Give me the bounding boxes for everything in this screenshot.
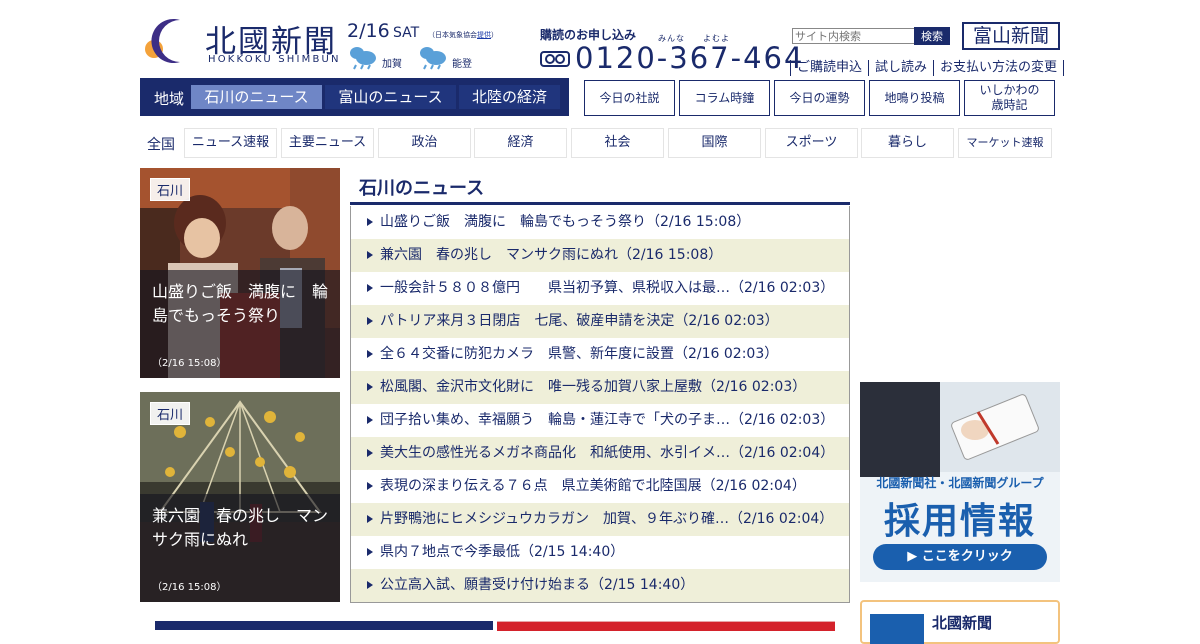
news-section-title: 石川のニュース bbox=[359, 178, 485, 199]
payment-change-link[interactable]: お支払い方法の変更 bbox=[940, 60, 1057, 75]
category-main[interactable]: 主要ニュース bbox=[281, 128, 374, 158]
triangle-right-icon bbox=[367, 416, 373, 424]
logo-subtitle: HOKKOKU SHIMBUN bbox=[208, 54, 341, 65]
list-item[interactable]: 松風閣、金沢市文化財に 唯一残る加賀八家上屋敷（2/16 02:03） bbox=[351, 371, 849, 404]
reader-post-button[interactable]: 地鳴り投稿 bbox=[869, 80, 960, 116]
category-international[interactable]: 国際 bbox=[668, 128, 761, 158]
triangle-right-icon bbox=[367, 251, 373, 259]
ad-button-label: ここをクリック bbox=[921, 549, 1013, 564]
trial-read-link[interactable]: 試し読み bbox=[875, 60, 927, 75]
horoscope-button[interactable]: 今日の運勢 bbox=[774, 80, 865, 116]
category-sports[interactable]: スポーツ bbox=[765, 128, 858, 158]
category-economy[interactable]: 経済 bbox=[474, 128, 567, 158]
news-headline[interactable]: 片野鴨池にヒメシジュウカラガン 加賀、９年ぶり確…（2/16 02:04） bbox=[380, 503, 833, 536]
list-item[interactable]: パトリア来月３日閉店 七尾、破産申請を決定（2/16 02:03） bbox=[351, 305, 849, 338]
news-headline[interactable]: 兼六園 春の兆し マンサク雨にぬれ（2/16 15:08） bbox=[380, 239, 722, 272]
news-headline[interactable]: 公立高入試、願書受け付け始まる（2/15 14:40） bbox=[380, 569, 694, 602]
news-headline[interactable]: 県内７地点で今季最低（2/15 14:40） bbox=[380, 536, 624, 569]
toyama-shimbun-link[interactable]: 富山新聞 bbox=[962, 22, 1060, 50]
tab-hokuriku-economy[interactable]: 北陸の経済 bbox=[459, 85, 560, 109]
photo-card-time: （2/16 15:08） bbox=[152, 582, 227, 593]
news-headline[interactable]: パトリア来月３日閉店 七尾、破産申請を決定（2/16 02:03） bbox=[380, 305, 779, 338]
weather-credit-prefix: （日本気象協会 bbox=[428, 31, 477, 39]
column-jisho-button[interactable]: コラム時鐘 bbox=[679, 80, 770, 116]
list-item[interactable]: 県内７地点で今季最低（2/15 14:40） bbox=[351, 536, 849, 569]
triangle-right-icon bbox=[367, 350, 373, 358]
weather-credit: （日本気象協会提供） bbox=[428, 30, 498, 40]
region-tag: 石川 bbox=[150, 178, 191, 201]
photo-card[interactable]: 石川 山盛りご飯 満腹に 輪島でもっそう祭り （2/16 15:08） bbox=[140, 168, 340, 378]
news-headline[interactable]: 山盛りご飯 満腹に 輪島でもっそう祭り（2/16 15:08） bbox=[380, 206, 750, 239]
weather-region-kaga[interactable]: 加賀 bbox=[382, 55, 402, 70]
weather-region-noto[interactable]: 能登 bbox=[452, 55, 472, 70]
bottom-banner-left[interactable] bbox=[155, 621, 493, 630]
list-item[interactable]: 片野鴨池にヒメシジュウカラガン 加賀、９年ぶり確…（2/16 02:04） bbox=[351, 503, 849, 536]
news-headline[interactable]: 表現の深まり伝える７６点 県立美術館で北陸国展（2/16 02:04） bbox=[380, 470, 806, 503]
tab-toyama-news[interactable]: 富山のニュース bbox=[325, 85, 456, 109]
category-politics[interactable]: 政治 bbox=[378, 128, 471, 158]
top-links: ご購読申込 試し読み お支払い方法の変更 bbox=[784, 56, 1070, 76]
banner-thumbnail bbox=[870, 614, 924, 644]
photo-card-title[interactable]: 兼六園 春の兆し マンサク雨にぬれ bbox=[152, 504, 334, 552]
news-headline[interactable]: 全６４交番に防犯カメラ 県警、新年度に設置（2/16 02:03） bbox=[380, 338, 778, 371]
subscribe-link[interactable]: ご購読申込 bbox=[797, 60, 862, 75]
search-button[interactable]: 検索 bbox=[914, 27, 950, 45]
logo-mark-icon[interactable] bbox=[140, 16, 204, 66]
triangle-right-icon bbox=[367, 383, 373, 391]
weather-credit-suffix: ） bbox=[491, 31, 498, 39]
freedial-icon bbox=[540, 51, 570, 67]
subscribe-phone[interactable]: 0120-367-464 bbox=[575, 41, 804, 75]
triangle-right-icon bbox=[367, 218, 373, 226]
photo-card[interactable]: 石川 兼六園 春の兆し マンサク雨にぬれ （2/16 15:08） bbox=[140, 392, 340, 602]
triangle-right-icon bbox=[367, 482, 373, 490]
ad-headline: 採用情報 bbox=[883, 501, 1036, 542]
photo-card-title[interactable]: 山盛りご飯 満腹に 輪島でもっそう祭り bbox=[152, 280, 334, 328]
news-headline[interactable]: 松風閣、金沢市文化財に 唯一残る加賀八家上屋敷（2/16 02:03） bbox=[380, 371, 806, 404]
cloud-rain-icon bbox=[420, 47, 446, 70]
category-society[interactable]: 社会 bbox=[571, 128, 664, 158]
weather-credit-link[interactable]: 提供 bbox=[477, 31, 491, 39]
category-national-label[interactable]: 全国 bbox=[147, 134, 175, 154]
list-item[interactable]: 公立高入試、願書受け付け始まる（2/15 14:40） bbox=[351, 569, 849, 602]
region-tag: 石川 bbox=[150, 402, 191, 425]
cloud-rain-icon bbox=[350, 47, 376, 70]
list-item[interactable]: 一般会計５８０８億円 県当初予算、県税収入は最…（2/16 02:03） bbox=[351, 272, 849, 305]
photo-card-time: （2/16 15:08） bbox=[152, 358, 227, 369]
editorial-button[interactable]: 今日の社説 bbox=[584, 80, 675, 116]
day-of-week: SAT bbox=[393, 25, 420, 41]
triangle-right-icon bbox=[367, 317, 373, 325]
triangle-right-icon bbox=[367, 449, 373, 457]
list-item[interactable]: 美大生の感性光るメガネ商品化 和紙使用、水引イメ…（2/16 02:04） bbox=[351, 437, 849, 470]
triangle-right-icon bbox=[367, 515, 373, 523]
news-headline[interactable]: 美大生の感性光るメガネ商品化 和紙使用、水引イメ…（2/16 02:04） bbox=[380, 437, 834, 470]
search-input[interactable] bbox=[792, 28, 916, 44]
news-title-rule bbox=[350, 202, 850, 205]
triangle-right-icon bbox=[367, 548, 373, 556]
region-nav: 地域 石川のニュース 富山のニュース 北陸の経済 bbox=[140, 78, 569, 116]
recruitment-ad[interactable]: 北國新聞社・北國新聞グループ 採用情報 ▶ ここをクリック bbox=[860, 382, 1060, 582]
list-item[interactable]: 兼六園 春の兆し マンサク雨にぬれ（2/16 15:08） bbox=[351, 239, 849, 272]
news-headline[interactable]: 一般会計５８０８億円 県当初予算、県税収入は最…（2/16 02:03） bbox=[380, 272, 834, 305]
news-list: 山盛りご飯 満腹に 輪島でもっそう祭り（2/16 15:08） 兼六園 春の兆し… bbox=[350, 206, 850, 603]
current-date: 2/16 bbox=[347, 20, 390, 42]
region-label: 地域 bbox=[154, 90, 185, 108]
triangle-right-icon bbox=[367, 581, 373, 589]
category-market[interactable]: マーケット速報 bbox=[958, 128, 1052, 158]
news-headline[interactable]: 団子拾い集め、幸福願う 輪島・蓮江寺で「犬の子ま…（2/16 02:03） bbox=[380, 404, 834, 437]
ishikawa-almanac-button[interactable]: いしかわの 歳時記 bbox=[964, 80, 1055, 116]
ad-click-button[interactable]: ▶ ここをクリック bbox=[873, 544, 1047, 570]
list-item[interactable]: 山盛りご飯 満腹に 輪島でもっそう祭り（2/16 15:08） bbox=[351, 206, 849, 239]
ad-company: 北國新聞社・北國新聞グループ bbox=[876, 476, 1044, 490]
list-item[interactable]: 団子拾い集め、幸福願う 輪島・蓮江寺で「犬の子ま…（2/16 02:03） bbox=[351, 404, 849, 437]
list-item[interactable]: 全６４交番に防犯カメラ 県警、新年度に設置（2/16 02:03） bbox=[351, 338, 849, 371]
triangle-right-icon bbox=[367, 284, 373, 292]
list-item[interactable]: 表現の深まり伝える７６点 県立美術館で北陸国展（2/16 02:04） bbox=[351, 470, 849, 503]
category-living[interactable]: 暮らし bbox=[861, 128, 954, 158]
tab-ishikawa-news[interactable]: 石川のニュース bbox=[191, 85, 322, 109]
category-breaking[interactable]: ニュース速報 bbox=[184, 128, 277, 158]
banner-ad[interactable]: 北國新聞 bbox=[860, 600, 1060, 644]
